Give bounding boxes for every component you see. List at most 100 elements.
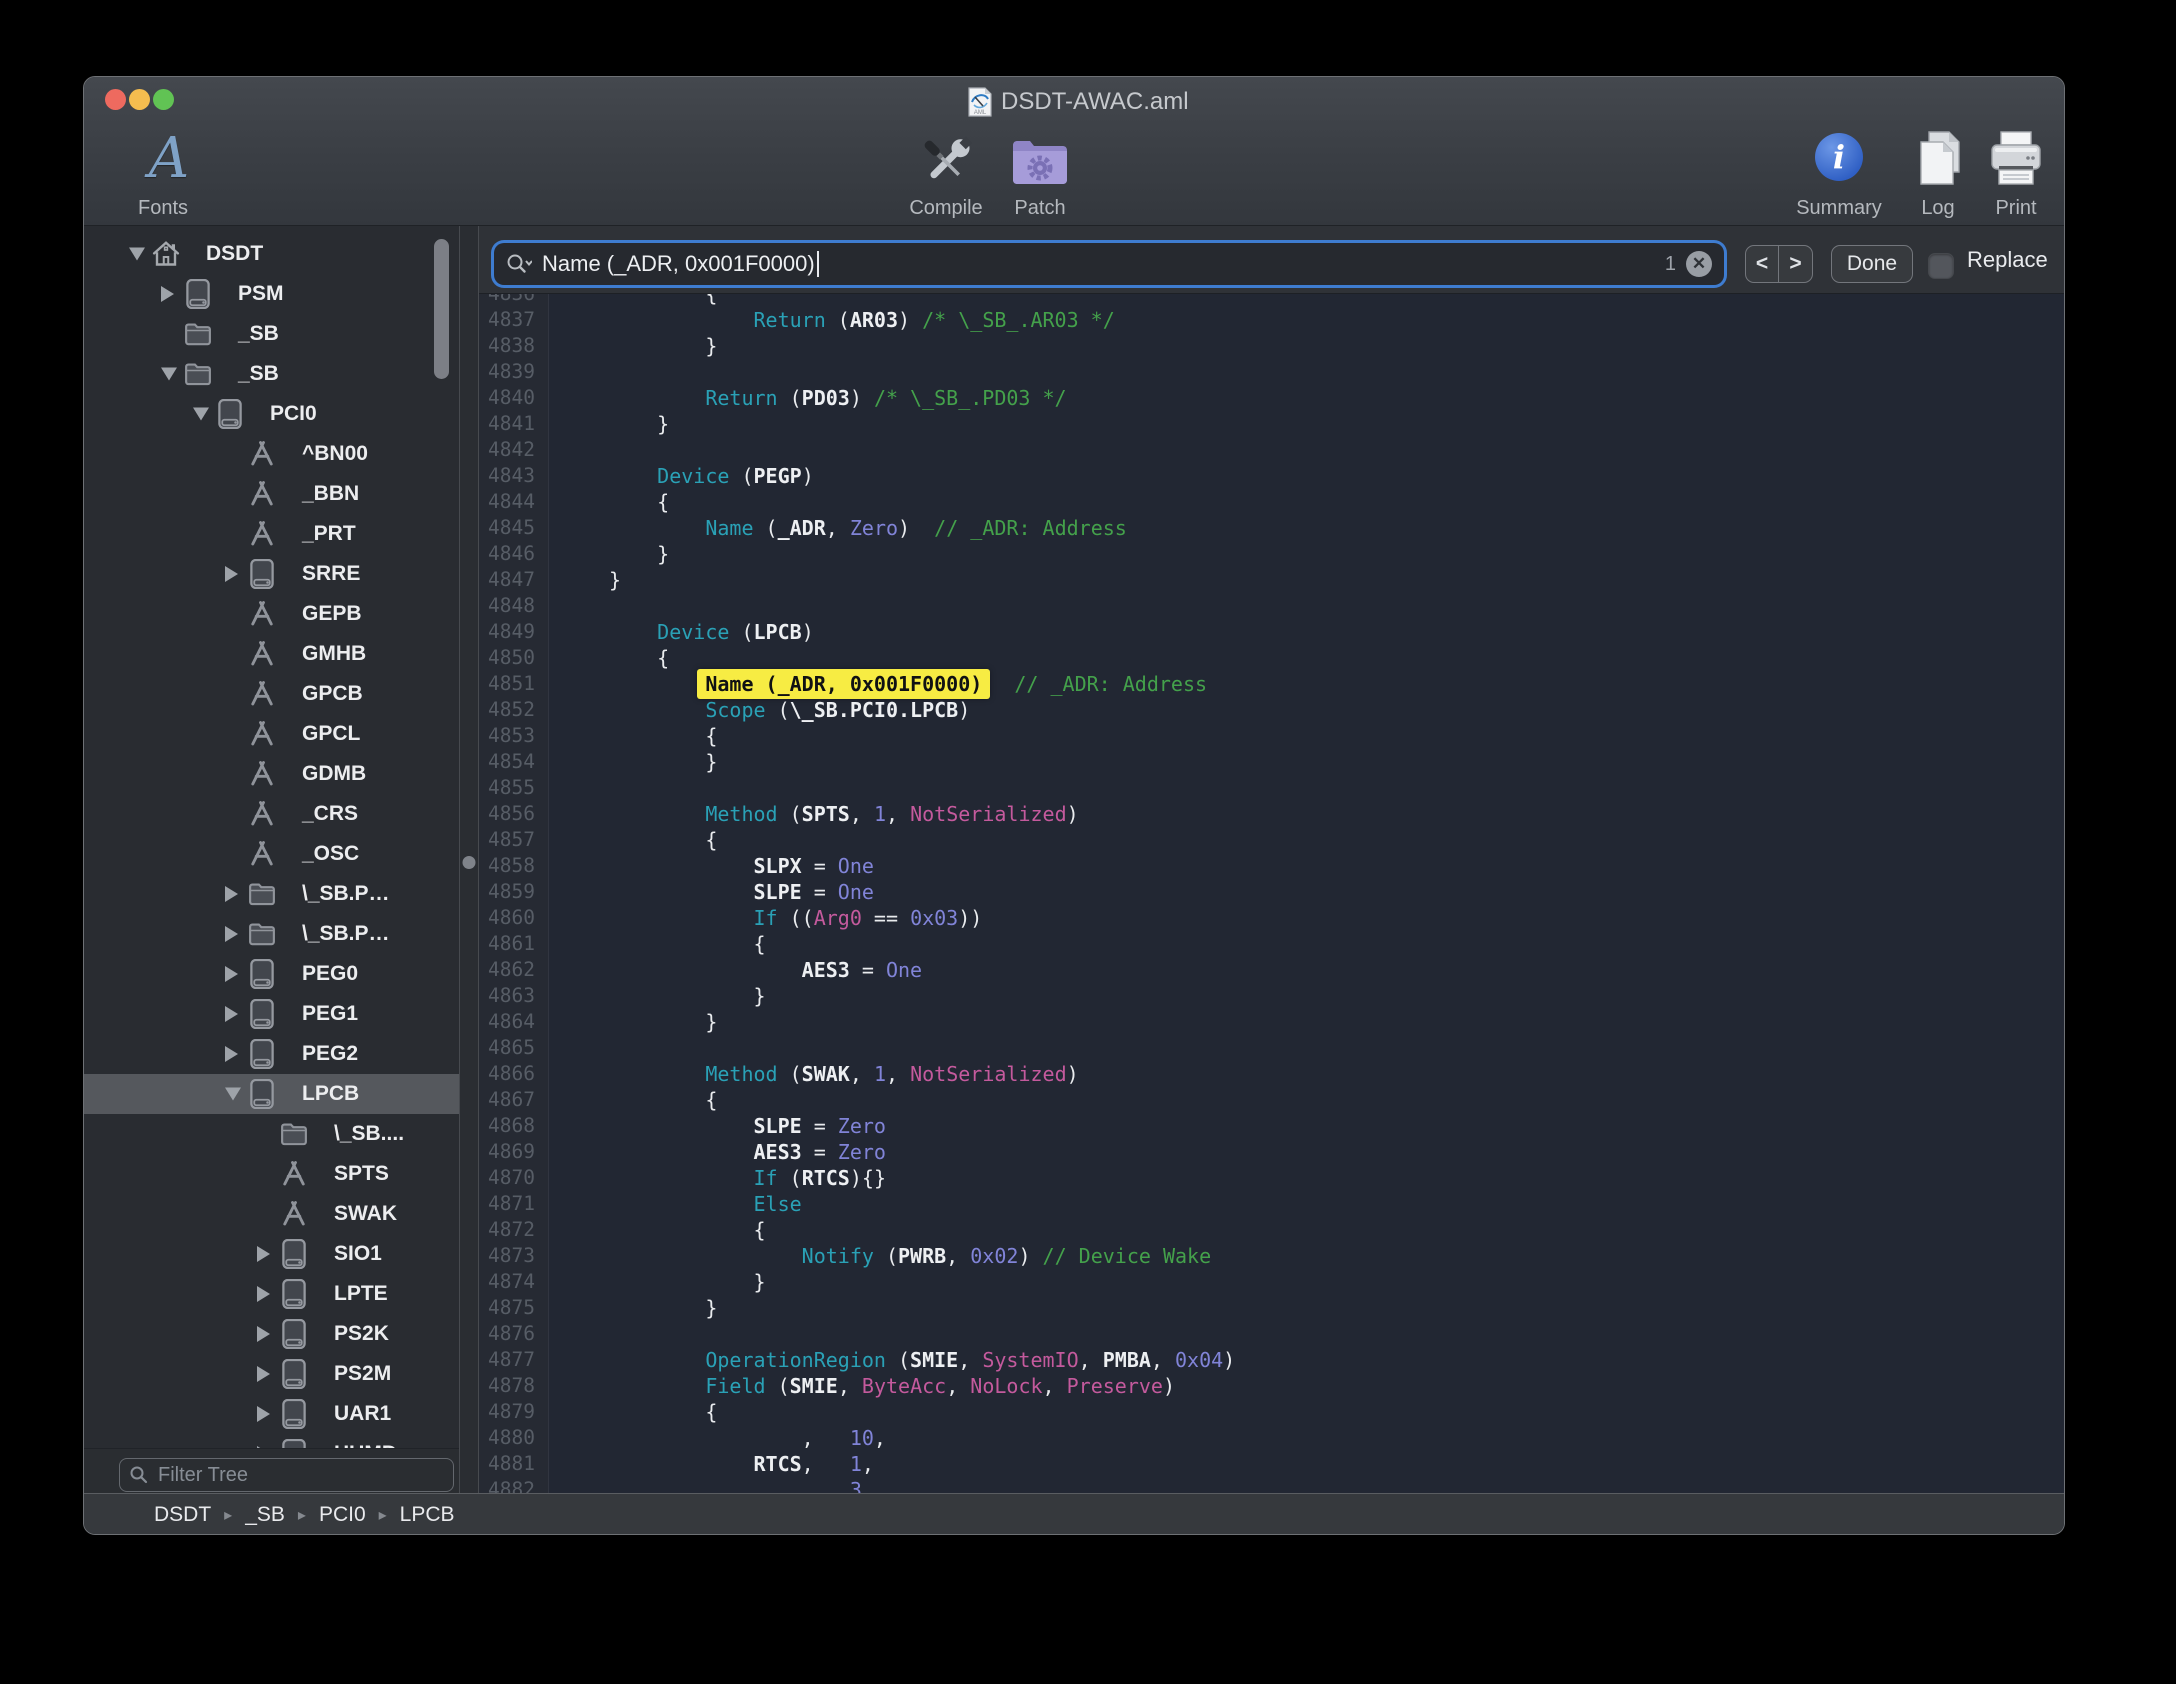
tree-item-psm[interactable]: PSM xyxy=(84,274,459,314)
breadcrumb[interactable]: DSDT▸_SB▸PCI0▸LPCB xyxy=(154,1503,455,1527)
tree-item-lpte[interactable]: LPTE xyxy=(84,1274,459,1314)
patch-button[interactable]: Patch xyxy=(1007,77,1073,195)
disclosure-triangle[interactable] xyxy=(225,566,238,582)
tree-item-pci0[interactable]: PCI0 xyxy=(84,394,459,434)
disclosure-triangle[interactable] xyxy=(225,1006,238,1022)
disclosure-triangle[interactable] xyxy=(129,248,145,261)
tree-item-_sbp[interactable]: \_SB.P… xyxy=(84,874,459,914)
window-chrome: AML DSDT-AWAC.aml A Fonts xyxy=(84,77,2064,226)
line-number: 4852 xyxy=(479,697,549,723)
disclosure-triangle[interactable] xyxy=(257,1366,270,1382)
code-line: 4863 } xyxy=(479,983,2065,1009)
disclosure-triangle[interactable] xyxy=(193,408,209,421)
tree-item-ps2m[interactable]: PS2M xyxy=(84,1354,459,1394)
tree-item-peg0[interactable]: PEG0 xyxy=(84,954,459,994)
compile-button[interactable]: Compile xyxy=(913,77,979,195)
tree-item-ps2k[interactable]: PS2K xyxy=(84,1314,459,1354)
search-icon[interactable] xyxy=(506,252,532,276)
disclosure-triangle[interactable] xyxy=(257,1406,270,1422)
line-number: 4855 xyxy=(479,775,549,801)
clear-search-icon[interactable]: ✕ xyxy=(1686,251,1712,277)
tree-item-peg1[interactable]: PEG1 xyxy=(84,994,459,1034)
tree-item-_bbn[interactable]: _BBN xyxy=(84,474,459,514)
disclosure-triangle[interactable] xyxy=(225,926,238,942)
breadcrumb-item-lpcb[interactable]: LPCB xyxy=(400,1503,455,1527)
code-line: 4877 OperationRegion (SMIE, SystemIO, PM… xyxy=(479,1347,2065,1373)
code-editor[interactable]: 4836 {4837 Return (AR03) /* \_SB_.AR03 *… xyxy=(479,294,2065,1493)
code-line: 4876 xyxy=(479,1321,2065,1347)
tree-item-_sb[interactable]: \_SB.... xyxy=(84,1114,459,1154)
tree-item-_sb[interactable]: _SB xyxy=(84,314,459,354)
disclosure-triangle[interactable] xyxy=(257,1246,270,1262)
tree-item-srre[interactable]: SRRE xyxy=(84,554,459,594)
splitter-handle-dot[interactable] xyxy=(463,856,476,869)
done-button[interactable]: Done xyxy=(1831,245,1913,283)
replace-checkbox[interactable] xyxy=(1928,253,1954,279)
tree-item-uar1[interactable]: UAR1 xyxy=(84,1394,459,1434)
tree-item-dsdt[interactable]: DSDT xyxy=(84,234,459,274)
line-number: 4856 xyxy=(479,801,549,827)
code-content[interactable]: 4836 {4837 Return (AR03) /* \_SB_.AR03 *… xyxy=(479,294,2065,1493)
zoom-button[interactable] xyxy=(153,89,174,110)
tree-item-gpcb[interactable]: GPCB xyxy=(84,674,459,714)
disclosure-triangle[interactable] xyxy=(225,1046,238,1062)
tree-item-label: _OSC xyxy=(302,842,359,866)
tree-item-_crs[interactable]: _CRS xyxy=(84,794,459,834)
device-icon xyxy=(183,279,213,309)
tree-item-label: GEPB xyxy=(302,602,362,626)
code-line: 4840 Return (PD03) /* \_SB_.PD03 */ xyxy=(479,385,2065,411)
close-button[interactable] xyxy=(105,89,126,110)
disclosure-triangle[interactable] xyxy=(257,1286,270,1302)
tree-item-gpcl[interactable]: GPCL xyxy=(84,714,459,754)
line-number: 4860 xyxy=(479,905,549,931)
pane-splitter[interactable] xyxy=(459,226,479,1493)
device-icon xyxy=(279,1239,309,1269)
tree-item-swak[interactable]: SWAK xyxy=(84,1194,459,1234)
line-number: 4862 xyxy=(479,957,549,983)
tree-item-_sbp[interactable]: \_SB.P… xyxy=(84,914,459,954)
code-line: 4873 Notify (PWRB, 0x02) // Device Wake xyxy=(479,1243,2065,1269)
code-line: 4846 } xyxy=(479,541,2065,567)
minimize-button[interactable] xyxy=(129,89,150,110)
sidebar-scrollbar[interactable] xyxy=(434,239,449,379)
find-next-button[interactable]: > xyxy=(1779,246,1812,282)
breadcrumb-item-dsdt[interactable]: DSDT xyxy=(154,1503,211,1527)
code-line: 4847} xyxy=(479,567,2065,593)
log-button[interactable]: Log xyxy=(1909,77,1967,192)
tree-item-lpcb[interactable]: LPCB xyxy=(84,1074,459,1114)
tree-item-_osc[interactable]: _OSC xyxy=(84,834,459,874)
tree-item-_sb[interactable]: _SB xyxy=(84,354,459,394)
code-line: 4836 { xyxy=(479,294,2065,307)
method-icon xyxy=(247,639,277,669)
search-input[interactable]: Name (_ADR, 0x001F0000) 1 ✕ xyxy=(494,243,1724,285)
find-previous-button[interactable]: < xyxy=(1746,246,1779,282)
tree-item-gmhb[interactable]: GMHB xyxy=(84,634,459,674)
tree-item-^bn00[interactable]: ^BN00 xyxy=(84,434,459,474)
tree-item-humd[interactable]: HUMD xyxy=(84,1434,459,1448)
tree-item-_prt[interactable]: _PRT xyxy=(84,514,459,554)
acpi-tree[interactable]: DSDTPSM_SB_SBPCI0^BN00_BBN_PRTSRREGEPBGM… xyxy=(84,234,459,1448)
disclosure-triangle[interactable] xyxy=(225,886,238,902)
tree-item-peg2[interactable]: PEG2 xyxy=(84,1034,459,1074)
summary-button[interactable]: i Summary xyxy=(1815,77,1863,181)
tree-item-spts[interactable]: SPTS xyxy=(84,1154,459,1194)
disclosure-triangle[interactable] xyxy=(225,966,238,982)
breadcrumb-item-pci0[interactable]: PCI0 xyxy=(319,1503,366,1527)
disclosure-triangle[interactable] xyxy=(161,286,174,302)
disclosure-triangle[interactable] xyxy=(257,1326,270,1342)
line-number: 4863 xyxy=(479,983,549,1009)
tree-item-gepb[interactable]: GEPB xyxy=(84,594,459,634)
toolbar-item-fonts[interactable]: A Fonts xyxy=(128,131,198,187)
tree-item-gdmb[interactable]: GDMB xyxy=(84,754,459,794)
tree-item-sio1[interactable]: SIO1 xyxy=(84,1234,459,1274)
breadcrumb-item-_sb[interactable]: _SB xyxy=(245,1503,285,1527)
print-button[interactable]: Print xyxy=(1987,77,2045,192)
filter-tree-input[interactable] xyxy=(119,1458,454,1492)
disclosure-triangle[interactable] xyxy=(161,368,177,381)
tree-item-label: LPCB xyxy=(302,1082,359,1106)
code-line: 4848 xyxy=(479,593,2065,619)
tree-item-label: _PRT xyxy=(302,522,356,546)
printer-icon xyxy=(1987,130,2045,192)
disclosure-triangle[interactable] xyxy=(225,1088,241,1101)
method-icon xyxy=(247,679,277,709)
